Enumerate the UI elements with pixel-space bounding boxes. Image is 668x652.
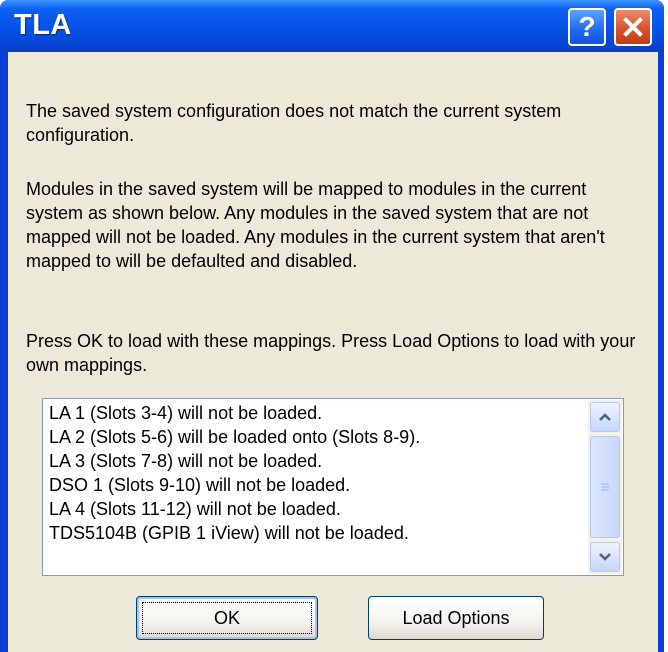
mapping-items: LA 1 (Slots 3-4) will not be loaded. LA … <box>43 401 591 545</box>
help-button[interactable]: ? <box>568 8 606 46</box>
window-title: TLA <box>14 9 72 41</box>
dialog-body: The saved system configuration does not … <box>7 52 658 652</box>
chevron-down-icon <box>599 553 611 561</box>
close-icon <box>623 17 643 37</box>
scroll-down-button[interactable] <box>590 542 620 572</box>
ok-button[interactable]: OK <box>136 596 318 640</box>
dialog-window: TLA ? The saved system configuration doe… <box>0 0 664 652</box>
scroll-thumb[interactable] <box>590 436 620 538</box>
chevron-up-icon <box>599 413 611 421</box>
load-options-button[interactable]: Load Options <box>368 596 544 640</box>
load-options-button-label: Load Options <box>402 607 510 628</box>
mapping-list[interactable]: LA 1 (Slots 3-4) will not be loaded. LA … <box>42 398 624 576</box>
close-button[interactable] <box>614 8 652 46</box>
grip-icon <box>601 483 609 491</box>
scroll-up-button[interactable] <box>590 402 620 432</box>
title-bar[interactable]: TLA ? <box>0 0 664 52</box>
focus-rectangle <box>142 602 312 634</box>
message-instructions: Press OK to load with these mappings. Pr… <box>26 331 636 375</box>
help-icon: ? <box>578 11 596 42</box>
list-item[interactable]: DSO 1 (Slots 9-10) will not be loaded. <box>43 473 591 497</box>
list-item[interactable]: LA 3 (Slots 7-8) will not be loaded. <box>43 449 591 473</box>
vertical-scrollbar[interactable] <box>588 400 622 574</box>
list-item[interactable]: LA 4 (Slots 11-12) will not be loaded. <box>43 497 591 521</box>
message-mapping-explanation: Modules in the saved system will be mapp… <box>26 179 605 271</box>
list-item[interactable]: LA 1 (Slots 3-4) will not be loaded. <box>43 401 591 425</box>
list-item[interactable]: TDS5104B (GPIB 1 iView) will not be load… <box>43 521 591 545</box>
list-item[interactable]: LA 2 (Slots 5-6) will be loaded onto (Sl… <box>43 425 591 449</box>
message-mismatch: The saved system configuration does not … <box>26 101 562 145</box>
